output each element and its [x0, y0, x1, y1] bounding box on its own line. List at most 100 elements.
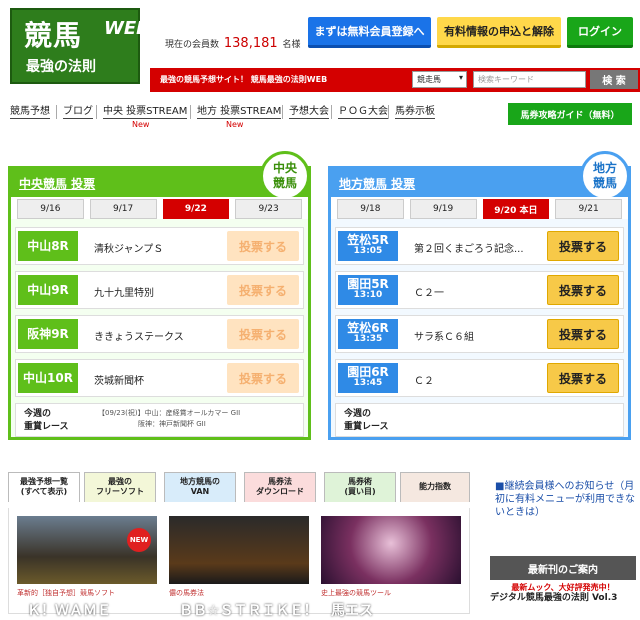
- guide-button[interactable]: 馬券攻略ガイド（無料）: [508, 103, 632, 125]
- nav-item-yosou[interactable]: 競馬予想: [10, 106, 50, 119]
- nav-item-board[interactable]: 馬券示板: [395, 106, 435, 119]
- date-tab[interactable]: 9/19: [409, 199, 477, 219]
- tab-line: 馬券術: [348, 477, 372, 486]
- weekly-label-line: 今週の: [24, 409, 52, 419]
- member-count-unit: 名様: [282, 40, 301, 50]
- date-tab-active[interactable]: 9/20 本日: [482, 199, 550, 219]
- vote-button[interactable]: 投票する: [547, 319, 619, 349]
- race-label[interactable]: 笠松6R 13:35: [338, 319, 398, 349]
- tagline: 最強の競馬予想サイト！ 競馬最強の法則WEB: [160, 75, 328, 84]
- date-tab[interactable]: 9/18: [337, 199, 404, 219]
- new-book-title[interactable]: デジタル競馬最強の法則 Vol.3: [490, 593, 636, 603]
- race-label[interactable]: 阪神9R: [18, 319, 78, 349]
- member-notice[interactable]: ■継続会員様へのお知らせ（月初に有料メニューが利用できないときは）: [495, 480, 635, 540]
- nav-divider: [56, 105, 57, 119]
- date-tab[interactable]: 9/16: [17, 199, 84, 219]
- weekly-label: 今週の 重賞レース: [344, 408, 389, 434]
- nav-divider: [190, 105, 191, 119]
- date-tab-active[interactable]: 9/22: [162, 199, 230, 219]
- tab-line: 馬券法: [268, 477, 292, 486]
- nav-item-pog[interactable]: ＰＯＧ大会: [338, 106, 388, 119]
- member-count: 現在の会員数 138,181 名様: [165, 36, 301, 51]
- paid-info-button[interactable]: 有料情報の申込と解除: [437, 17, 561, 48]
- tab-free-soft[interactable]: 最強の フリーソフト: [84, 472, 156, 502]
- tab-bet-method[interactable]: 馬券術 (買い目): [324, 472, 396, 502]
- date-tab[interactable]: 9/21: [555, 199, 622, 219]
- central-race-panel: 中央競馬 投票 中央 競馬 9/16 9/17 9/22 9/23 中山8R 清秋…: [8, 151, 311, 440]
- race-row: 笠松5R 13:05 第２回くまごろう記念... 投票する: [335, 227, 624, 265]
- nav-item-local-stream[interactable]: 地方 投票STREAM: [197, 106, 282, 119]
- weekly-race-line[interactable]: 【09/23(祝)】中山：産経賞オールカマー GII: [98, 409, 240, 417]
- race-label[interactable]: 園田6R 13:45: [338, 363, 398, 393]
- local-badge: 地方 競馬: [580, 151, 630, 201]
- card-image[interactable]: NEW: [17, 516, 157, 584]
- nav-item-central-stream[interactable]: 中央 投票STREAM: [103, 106, 188, 119]
- search-input[interactable]: 検索キーワード: [473, 71, 586, 88]
- tab-local-van[interactable]: 地方競馬の VAN: [164, 472, 236, 502]
- tab-line: フリーソフト: [96, 487, 144, 496]
- date-tab[interactable]: 9/23: [235, 199, 302, 219]
- race-name: 第２回くまごろう記念...: [414, 244, 524, 255]
- weekly-race-line[interactable]: 阪神：神戸新聞杯 GII: [98, 420, 206, 428]
- tab-line: 地方競馬の: [180, 477, 220, 486]
- card-title[interactable]: ＢＢ☆ＳＴＲＩＫＥ！: [179, 600, 318, 620]
- race-time: 13:45: [353, 378, 383, 388]
- vote-button[interactable]: 投票する: [227, 319, 299, 349]
- new-label: New: [226, 120, 244, 129]
- card-title[interactable]: 馬エス: [331, 600, 373, 620]
- new-book-header: 最新刊のご案内: [490, 556, 636, 580]
- weekly-label-line: 重賞レース: [24, 422, 69, 432]
- card-image[interactable]: [321, 516, 461, 584]
- race-label[interactable]: 笠松5R 13:05: [338, 231, 398, 261]
- new-book-info[interactable]: 最新ムック、大好評発売中！ デジタル競馬最強の法則 Vol.3: [490, 583, 636, 614]
- tab-line: ダウンロード: [256, 487, 304, 496]
- nav-divider: [331, 105, 332, 119]
- vote-button[interactable]: 投票する: [227, 275, 299, 305]
- card-category: 革新的［独自予想］競馬ソフト: [17, 589, 115, 597]
- logo-web-text: WEB: [104, 18, 150, 39]
- weekly-grade-races: 今週の重賞レース 【09/23(祝)】中山：産経賞オールカマー GII 阪神：神戸…: [15, 403, 304, 437]
- race-label-text: 園田6R: [347, 365, 389, 379]
- register-button[interactable]: まずは無料会員登録へ: [308, 17, 431, 48]
- card-title[interactable]: Ｋ！ＷＡＭＥ: [27, 600, 111, 620]
- nav-item-blog[interactable]: ブログ: [63, 106, 93, 119]
- vote-button[interactable]: 投票する: [547, 363, 619, 393]
- race-label[interactable]: 中山9R: [18, 275, 78, 305]
- notice-link[interactable]: ■継続会員様へのお知らせ（月初に有料メニューが利用できないときは）: [495, 480, 635, 519]
- nav-item-contest[interactable]: 予想大会: [289, 106, 329, 119]
- site-logo[interactable]: 競馬 最強の法則 WEB: [10, 8, 150, 84]
- race-row: 中山10R 茨城新聞杯 投票する: [15, 359, 304, 397]
- vote-button[interactable]: 投票する: [227, 231, 299, 261]
- race-time: 13:10: [353, 290, 383, 300]
- search-category-select[interactable]: 競走馬: [412, 71, 467, 88]
- vote-button[interactable]: 投票する: [547, 275, 619, 305]
- product-cards: NEW 革新的［独自予想］競馬ソフト Ｋ！ＷＡＭＥ 儂の馬券法 ＢＢ☆ＳＴＲＩＫ…: [8, 508, 470, 619]
- badge-line: 地方: [592, 161, 617, 175]
- weekly-label: 今週の 重賞レース: [24, 408, 69, 434]
- tab-line: (すべて表示): [20, 487, 68, 496]
- tab-ability-index[interactable]: 能力指数: [400, 472, 470, 502]
- race-label[interactable]: 中山10R: [18, 363, 78, 393]
- vote-button[interactable]: 投票する: [547, 231, 619, 261]
- central-badge: 中央 競馬: [260, 151, 310, 201]
- race-time: 13:05: [353, 246, 383, 256]
- race-label[interactable]: 園田5R 13:10: [338, 275, 398, 305]
- search-button[interactable]: 検 索: [590, 70, 638, 89]
- vote-button[interactable]: 投票する: [227, 363, 299, 393]
- race-name: サラ系Ｃ６組: [414, 332, 474, 343]
- tab-bet-download[interactable]: 馬券法 ダウンロード: [244, 472, 316, 502]
- race-row: 中山8R 清秋ジャンプＳ 投票する: [15, 227, 304, 265]
- tab-line: VAN: [190, 487, 210, 496]
- race-name: Ｃ２一: [414, 288, 444, 299]
- new-badge: NEW: [127, 528, 151, 552]
- card-image[interactable]: [169, 516, 309, 584]
- race-row: 中山9R 九十九里特別 投票する: [15, 271, 304, 309]
- nav-divider: [96, 105, 97, 119]
- tab-all-predictions[interactable]: 最強予想一覧 (すべて表示): [8, 472, 80, 502]
- badge-line: 競馬: [592, 176, 617, 190]
- race-label[interactable]: 中山8R: [18, 231, 78, 261]
- login-button[interactable]: ログイン: [567, 17, 633, 48]
- race-name: 九十九里特別: [94, 288, 154, 299]
- date-tab[interactable]: 9/17: [89, 199, 157, 219]
- tab-line: (買い目): [344, 487, 376, 496]
